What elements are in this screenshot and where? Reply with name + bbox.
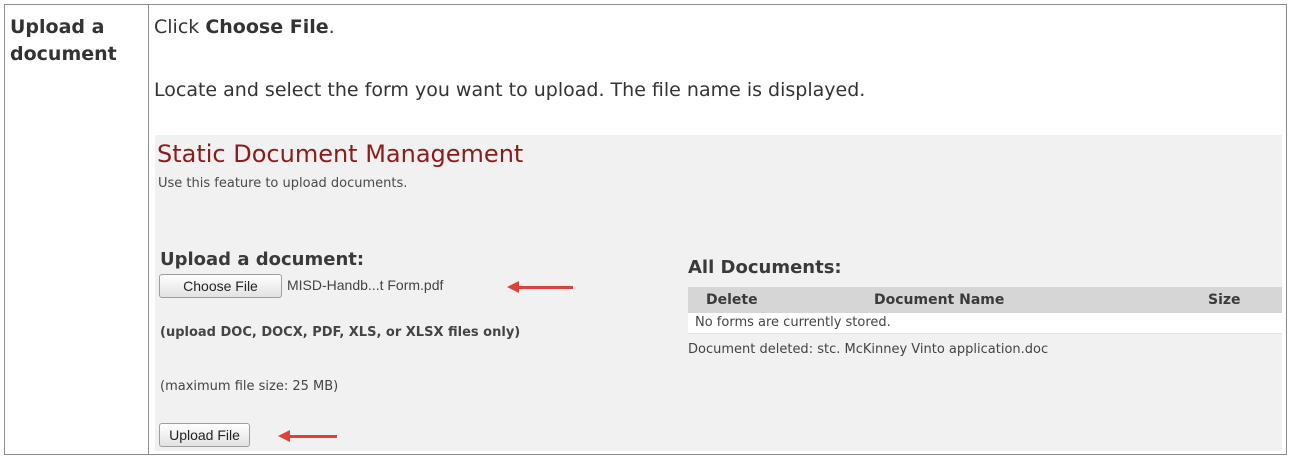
documents-table: Delete Document Name Size No forms are c…	[688, 287, 1282, 334]
table-row: No forms are currently stored.	[688, 313, 1282, 334]
file-types-note: (upload DOC, DOCX, PDF, XLS, or XLSX fil…	[160, 325, 521, 340]
column-header-delete: Delete	[706, 292, 758, 308]
instruction-suffix: .	[328, 16, 335, 38]
selected-file-name: MISD-Handb...t Form.pdf	[287, 277, 444, 293]
file-size-note: (maximum file size: 25 MB)	[160, 379, 339, 394]
page-subtitle: Use this feature to upload documents.	[158, 176, 408, 191]
embedded-screenshot: Static Document Management Use this feat…	[155, 135, 1282, 451]
column-header-document-name: Document Name	[874, 292, 1005, 308]
step-label-line-2: document	[10, 43, 117, 65]
documents-table-header: Delete Document Name Size	[688, 287, 1282, 313]
empty-table-message: No forms are currently stored.	[695, 315, 891, 330]
left-arrow-icon	[278, 430, 337, 442]
choose-file-button[interactable]: Choose File	[159, 274, 282, 298]
step-label: Upload a document	[10, 14, 146, 68]
instruction-table: Upload a document Click Choose File. Loc…	[0, 0, 1292, 456]
page-title: Static Document Management	[157, 140, 524, 168]
upload-heading: Upload a document:	[160, 249, 365, 270]
status-message: Document deleted: stc. McKinney Vinto ap…	[688, 342, 1049, 357]
left-arrow-icon	[507, 281, 573, 293]
step-label-line-1: Upload a	[10, 16, 105, 38]
instruction-line-1: Click Choose File.	[154, 15, 335, 39]
all-documents-heading: All Documents:	[688, 257, 842, 278]
upload-file-button[interactable]: Upload File	[159, 423, 250, 447]
column-header-size: Size	[1208, 292, 1241, 308]
instruction-prefix: Click	[154, 16, 206, 38]
instruction-line-2: Locate and select the form you want to u…	[154, 79, 866, 101]
column-divider	[148, 4, 149, 455]
instruction-choose-file: Choose File	[205, 16, 329, 38]
